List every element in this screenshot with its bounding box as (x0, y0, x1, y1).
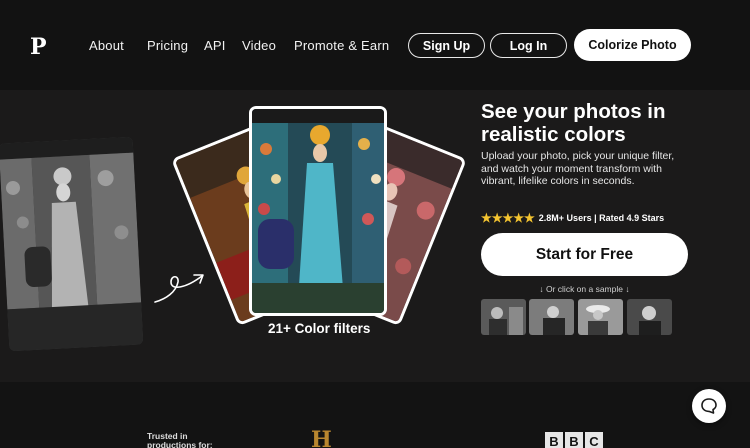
curly-arrow-icon (154, 274, 204, 303)
rating-row: ★★★★★ 2.8M+ Users | Rated 4.9 Stars (481, 211, 664, 225)
sample-label: ↓ Or click on a sample ↓ (539, 284, 630, 294)
chat-bubble-icon (701, 398, 717, 414)
nav-link-video[interactable]: Video (242, 38, 276, 53)
colorized-sample-photo (249, 106, 387, 316)
bbc-letter: B (565, 432, 583, 448)
sample-thumbnail-4[interactable] (627, 299, 672, 335)
sample-thumbnail-2[interactable] (529, 299, 574, 335)
nav-link-promote-earn[interactable]: Promote & Earn (294, 38, 389, 53)
brand-logo[interactable]: P (30, 34, 47, 60)
bbc-letter: C (585, 432, 603, 448)
trusted-label: Trusted in productions for: (147, 431, 213, 448)
trusted-section: Trusted in productions for: H B B C (0, 382, 750, 448)
bbc-logo: B B C (545, 432, 603, 448)
sign-up-button[interactable]: Sign Up (408, 33, 485, 58)
chat-support-button[interactable] (692, 389, 726, 423)
sample-thumbnail-1[interactable] (481, 299, 526, 335)
hero-subtext: Upload your photo, pick your unique filt… (481, 150, 675, 187)
color-filters-caption: 21+ Color filters (268, 321, 371, 336)
star-rating-icon: ★★★★★ (481, 211, 535, 225)
nav-link-pricing[interactable]: Pricing (147, 38, 188, 53)
colorize-photo-button[interactable]: Colorize Photo (574, 29, 691, 61)
nav-link-api[interactable]: API (204, 38, 226, 53)
log-in-button[interactable]: Log In (490, 33, 567, 58)
start-for-free-button[interactable]: Start for Free (481, 233, 688, 276)
rating-text: 2.8M+ Users | Rated 4.9 Stars (538, 213, 665, 223)
top-nav: P About Pricing API Video Promote & Earn… (0, 0, 750, 90)
bbc-letter: B (545, 432, 563, 448)
history-channel-logo: H (311, 427, 332, 448)
original-bw-photo (0, 136, 144, 352)
nav-link-about[interactable]: About (89, 38, 124, 53)
hero-headline: See your photos in realistic colors (481, 100, 666, 146)
sample-thumbnail-3[interactable] (578, 299, 623, 335)
